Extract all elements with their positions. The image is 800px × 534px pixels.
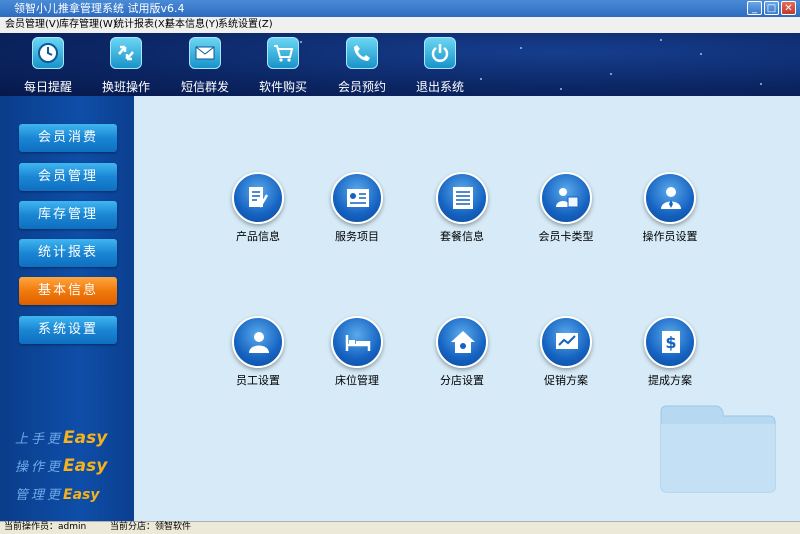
sidebar-item-inventory-management[interactable]: 库存管理	[19, 201, 117, 229]
folder-decoration-icon	[659, 404, 776, 494]
envelope-icon	[189, 37, 221, 69]
module-branch-settings[interactable]: 分店设置	[407, 316, 517, 396]
module-member-card-type[interactable]: 会员卡类型	[511, 172, 621, 252]
toolbar-member-booking[interactable]: 会员预约	[327, 35, 397, 95]
toolbar-label: 退出系统	[415, 80, 464, 94]
chart-board-icon	[540, 316, 592, 368]
slogan-line: 操作更Easy	[15, 456, 108, 476]
module-label: 床位管理	[335, 374, 379, 387]
status-operator: 当前操作员：admin	[4, 522, 87, 532]
module-staff-settings[interactable]: 员工设置	[203, 316, 313, 396]
module-product-info[interactable]: 产品信息	[203, 172, 313, 252]
window-title: 领智小儿推拿管理系统 试用版v6.4	[14, 2, 185, 15]
close-button[interactable]: ✕	[781, 1, 796, 15]
module-label: 分店设置	[440, 374, 484, 387]
list-document-icon	[436, 172, 488, 224]
maximize-button[interactable]: □	[764, 1, 779, 15]
minimize-button[interactable]: _	[747, 1, 762, 15]
module-service-items[interactable]: 服务项目	[302, 172, 412, 252]
house-gear-icon	[436, 316, 488, 368]
dollar-document-icon: $	[644, 316, 696, 368]
toolbar-label: 每日提醒	[23, 80, 72, 94]
module-bed-management[interactable]: 床位管理	[302, 316, 412, 396]
menu-inventory-management[interactable]: 库存管理(W)	[59, 19, 117, 31]
menu-system-settings[interactable]: 系统设置(Z)	[218, 19, 273, 31]
toolbar-shift-change[interactable]: 换班操作	[91, 35, 161, 95]
sidebar-item-system-settings[interactable]: 系统设置	[19, 316, 117, 344]
toolbar-label: 软件购买	[258, 80, 307, 94]
sidebar-item-statistics-reports[interactable]: 统计报表	[19, 239, 117, 267]
toolbar: 每日提醒 换班操作 短信群发 软件购买 会员预约 退出系统	[0, 33, 800, 96]
clock-icon	[32, 37, 64, 69]
swap-arrows-icon	[110, 37, 142, 69]
module-label: 产品信息	[236, 230, 280, 243]
module-label: 套餐信息	[440, 230, 484, 243]
main-panel: 产品信息 服务项目 套餐信息 会员卡类型 操作员设置 员工设置 床位管理 分店设…	[134, 96, 800, 521]
toolbar-label: 短信群发	[180, 80, 229, 94]
toolbar-exit-system[interactable]: 退出系统	[405, 35, 475, 95]
module-label: 促销方案	[544, 374, 588, 387]
status-branch: 当前分店：领智软件	[110, 522, 192, 532]
sidebar-item-basic-info[interactable]: 基本信息	[19, 277, 117, 305]
shopping-cart-icon	[267, 37, 299, 69]
bed-icon	[331, 316, 383, 368]
module-operator-settings[interactable]: 操作员设置	[615, 172, 725, 252]
module-label: 操作员设置	[642, 230, 698, 243]
sidebar-item-member-management[interactable]: 会员管理	[19, 163, 117, 191]
toolbar-sms-broadcast[interactable]: 短信群发	[170, 35, 240, 95]
menu-statistics-reports[interactable]: 统计报表(X)	[114, 19, 169, 31]
toolbar-buy-software[interactable]: 软件购买	[248, 35, 318, 95]
svg-text:$: $	[665, 333, 676, 352]
module-label: 提成方案	[648, 374, 692, 387]
operator-tie-icon	[644, 172, 696, 224]
module-label: 会员卡类型	[538, 230, 594, 243]
module-package-info[interactable]: 套餐信息	[407, 172, 517, 252]
power-icon	[424, 37, 456, 69]
menu-basic-info[interactable]: 基本信息(Y)	[165, 19, 219, 31]
sidebar-item-member-consumption[interactable]: 会员消费	[19, 124, 117, 152]
sidebar: 会员消费 会员管理 库存管理 统计报表 基本信息 系统设置 上手更Easy 操作…	[0, 96, 134, 521]
title-bar: 领智小儿推拿管理系统 试用版v6.4 _ □ ✕	[0, 0, 800, 17]
module-label: 员工设置	[236, 374, 280, 387]
toolbar-label: 会员预约	[337, 80, 386, 94]
module-promotion-plan[interactable]: 促销方案	[511, 316, 621, 396]
module-commission-plan[interactable]: $ 提成方案	[615, 316, 725, 396]
toolbar-daily-reminder[interactable]: 每日提醒	[13, 35, 83, 95]
module-label: 服务项目	[335, 230, 379, 243]
slogan-line: 上手更Easy	[15, 428, 108, 448]
person-icon	[232, 316, 284, 368]
menu-bar: 会员管理(V) 库存管理(W) 统计报表(X) 基本信息(Y) 系统设置(Z)	[0, 17, 800, 34]
document-pen-icon	[232, 172, 284, 224]
profile-card-icon	[331, 172, 383, 224]
phone-icon	[346, 37, 378, 69]
menu-member-management[interactable]: 会员管理(V)	[5, 19, 60, 31]
status-bar: 当前操作员：admin 当前分店：领智软件	[0, 521, 800, 534]
toolbar-label: 换班操作	[101, 80, 150, 94]
slogan-line: 管理更Easy	[15, 487, 100, 503]
member-card-icon	[540, 172, 592, 224]
